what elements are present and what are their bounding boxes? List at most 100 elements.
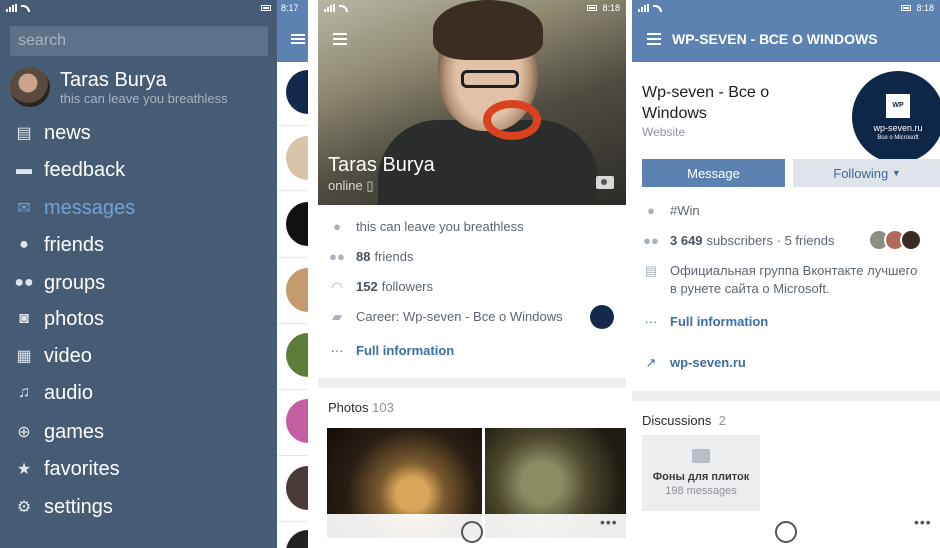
menu-item-friends[interactable]: ● friends bbox=[14, 230, 104, 260]
profile-name: Taras Burya bbox=[328, 154, 435, 176]
group-type: Website bbox=[642, 125, 686, 139]
status-bar bbox=[0, 0, 277, 16]
discussion-card[interactable]: Фоны для плиток 198 messages bbox=[642, 435, 760, 511]
rss-icon: ◠ bbox=[331, 278, 343, 294]
following-button[interactable]: Following ▼ bbox=[793, 159, 940, 187]
camera-icon[interactable] bbox=[596, 176, 614, 189]
menu-item-feedback[interactable]: ▬ feedback bbox=[14, 155, 125, 185]
menu-item-label: groups bbox=[44, 271, 106, 294]
avatar[interactable] bbox=[10, 67, 50, 107]
message-button[interactable]: Message bbox=[642, 159, 785, 187]
avatar[interactable] bbox=[286, 333, 308, 377]
chat-icon bbox=[692, 449, 710, 463]
wifi-icon bbox=[339, 4, 348, 12]
envelope-icon: ✉ bbox=[17, 200, 31, 217]
wifi-icon bbox=[21, 4, 30, 12]
friends-row[interactable]: ●● 88 friends bbox=[328, 249, 413, 264]
menu-item-label: settings bbox=[44, 495, 113, 518]
cover-headphones bbox=[483, 100, 541, 140]
gamepad-icon: ⊕ bbox=[17, 424, 31, 441]
divider bbox=[277, 521, 308, 522]
menu-item-games[interactable]: ⊕ games bbox=[14, 417, 104, 447]
group-logo[interactable]: WP wp-seven.ru Все о Microsoft bbox=[852, 71, 940, 163]
person-icon: ● bbox=[19, 236, 29, 253]
more-dots-icon: ··· bbox=[644, 314, 658, 329]
status-bar: 8:18 bbox=[632, 0, 940, 16]
menu-item-label: audio bbox=[44, 381, 93, 404]
menu-item-video[interactable]: ▦ video bbox=[14, 341, 92, 371]
menu-item-label: photos bbox=[44, 307, 105, 330]
more-options-button[interactable]: ••• bbox=[600, 514, 618, 530]
conversation-list-peek[interactable]: 8:17 bbox=[277, 0, 308, 548]
people-icon: ●● bbox=[643, 233, 659, 248]
wifi-icon bbox=[653, 4, 662, 12]
menu-item-favorites[interactable]: ★ favorites bbox=[14, 454, 120, 484]
full-information-link[interactable]: ··· Full information bbox=[328, 343, 455, 358]
hashtag-row: ● #Win bbox=[642, 203, 700, 218]
friend-avatars[interactable] bbox=[868, 229, 922, 251]
career-logo[interactable] bbox=[590, 305, 614, 329]
discussions-header[interactable]: Discussions 2 bbox=[642, 413, 726, 428]
avatar[interactable] bbox=[286, 136, 308, 180]
signal-icon bbox=[6, 4, 17, 12]
clock: 8:17 bbox=[281, 3, 299, 13]
profile-screen: Taras Burya online ▯ 8:18 ● this can leav… bbox=[318, 0, 626, 548]
page-title: WP-SEVEN - ВСЕ О WINDOWS bbox=[672, 31, 878, 47]
menu-item-label: favorites bbox=[44, 457, 120, 480]
document-icon: ▤ bbox=[644, 263, 658, 278]
menu-item-audio[interactable]: ♫ audio bbox=[14, 378, 93, 408]
discussion-title: Фоны для плиток bbox=[652, 471, 750, 483]
profile-header[interactable]: Taras Burya this can leave you breathles… bbox=[10, 67, 228, 107]
group-name: Wp-seven - Все о Windows bbox=[642, 84, 770, 122]
avatar[interactable] bbox=[286, 399, 308, 443]
menu-item-photos[interactable]: ◙ photos bbox=[14, 304, 104, 334]
status-bar: 8:18 bbox=[318, 0, 626, 16]
career-row[interactable]: ▰ Career: Wp-seven - Все о Windows bbox=[328, 309, 563, 325]
compose-button[interactable] bbox=[775, 521, 797, 543]
news-icon: ▤ bbox=[16, 125, 32, 142]
avatar[interactable] bbox=[286, 530, 308, 548]
menu-item-messages[interactable]: ✉ messages bbox=[14, 193, 135, 223]
signal-icon bbox=[638, 4, 649, 12]
subscribers-row[interactable]: ●● 3 649 subscribers · 5 friends bbox=[642, 233, 834, 248]
divider bbox=[277, 455, 308, 456]
people-icon: ●● bbox=[329, 249, 345, 264]
search-input[interactable]: search bbox=[10, 26, 268, 56]
speech-bubble-icon: ● bbox=[647, 203, 655, 218]
website-link[interactable]: ↗ wp-seven.ru bbox=[642, 355, 746, 371]
cover-photo[interactable]: Taras Burya online ▯ bbox=[318, 0, 626, 205]
hamburger-icon[interactable] bbox=[333, 33, 347, 45]
side-menu: search Taras Burya this can leave you br… bbox=[0, 0, 277, 548]
menu-item-news[interactable]: ▤ news bbox=[14, 118, 90, 148]
avatar[interactable] bbox=[286, 70, 308, 114]
avatar[interactable] bbox=[286, 466, 308, 510]
people-icon: ●● bbox=[14, 274, 34, 291]
app-header: 8:17 bbox=[277, 0, 308, 62]
avatar[interactable] bbox=[286, 268, 308, 312]
speech-bubble-icon: ▬ bbox=[16, 161, 32, 178]
more-options-button[interactable]: ••• bbox=[914, 514, 932, 530]
menu-item-label: video bbox=[44, 344, 92, 367]
group-screen: WP-SEVEN - ВСЕ О WINDOWS 8:18 Wp-seven -… bbox=[632, 0, 940, 548]
menu-item-label: messages bbox=[44, 196, 136, 219]
menu-item-label: friends bbox=[44, 233, 105, 256]
hamburger-icon[interactable] bbox=[291, 34, 305, 44]
clock: 8:18 bbox=[916, 3, 934, 13]
divider bbox=[277, 389, 308, 390]
more-dots-icon: ··· bbox=[330, 343, 344, 358]
menu-item-groups[interactable]: ●● groups bbox=[14, 268, 105, 298]
battery-icon bbox=[587, 5, 598, 11]
profile-name: Taras Burya bbox=[60, 68, 167, 91]
speech-bubble-icon: ● bbox=[333, 219, 341, 234]
hamburger-icon[interactable] bbox=[647, 33, 661, 45]
menu-screen: search Taras Burya this can leave you br… bbox=[0, 0, 308, 548]
full-information-link[interactable]: ··· Full information bbox=[642, 314, 769, 329]
followers-row[interactable]: ◠ 152 followers bbox=[328, 278, 433, 295]
photos-header[interactable]: Photos 103 bbox=[328, 400, 394, 415]
menu-item-settings[interactable]: ⚙ settings bbox=[14, 492, 113, 522]
section-divider bbox=[632, 391, 940, 401]
avatar[interactable] bbox=[286, 202, 308, 246]
battery-icon bbox=[901, 5, 912, 11]
compose-button[interactable] bbox=[461, 521, 483, 543]
windows-logo-icon: WP bbox=[886, 93, 910, 118]
